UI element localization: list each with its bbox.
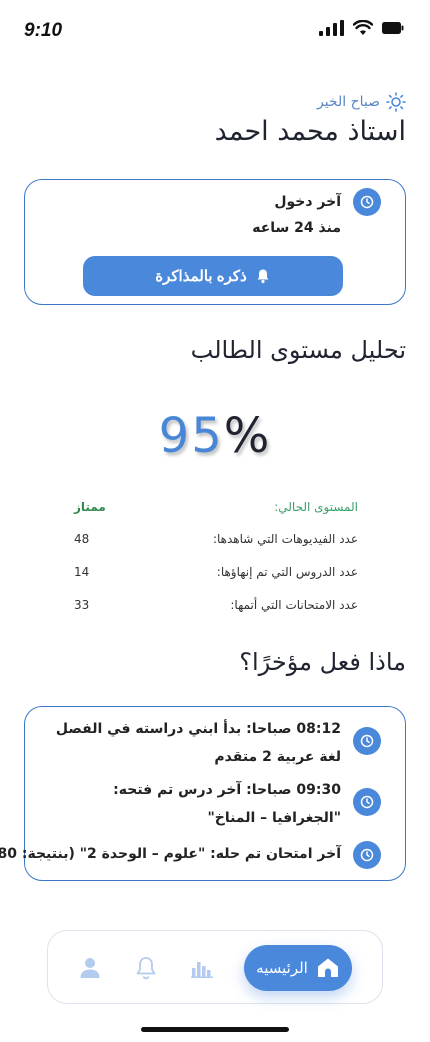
battery-icon [382, 22, 404, 34]
nav-stats-button[interactable] [189, 955, 215, 981]
activity-text: 08:12 صباحا: بدأ ابني دراسته في الفصل لغ… [55, 721, 341, 765]
nav-home-label: الرئيسيه [256, 959, 308, 977]
stat-row-exams: عدد الامتحانات التي أتمها: 33 [74, 598, 358, 618]
nav-profile-button[interactable] [77, 955, 103, 981]
level-percentage: 95% [0, 408, 430, 464]
last-login-label: آخر دخول [274, 194, 341, 210]
sun-icon [386, 92, 406, 112]
recent-activity-title: ماذا فعل مؤخرًا؟ [239, 648, 406, 676]
stat-label: المستوى الحالي: [274, 500, 358, 514]
nav-home-button[interactable]: الرئيسيه [244, 945, 352, 991]
activity-item: 09:30 صباحا: آخر درس تم فتحه: "الجغرافيا… [51, 776, 381, 832]
activity-text: آخر امتحان تم حله: "علوم – الوحدة 2" (بن… [0, 846, 341, 862]
nav-notifications-button[interactable] [133, 955, 159, 981]
wifi-icon [353, 20, 373, 35]
recent-activity-card: 08:12 صباحا: بدأ ابني دراسته في الفصل لغ… [0, 706, 406, 881]
stat-label: عدد الفيديوهات التي شاهدها: [212, 532, 358, 546]
bell-icon [136, 957, 156, 980]
clock-icon [353, 788, 381, 816]
remind-study-label: ذكره بالمذاكرة [155, 268, 247, 285]
stat-value: 48 [74, 532, 90, 546]
stat-label: عدد الامتحانات التي أتمها: [230, 598, 358, 612]
greeting-text: صباح الخير [316, 94, 380, 110]
bell-icon [257, 269, 269, 284]
stat-value: 33 [74, 598, 90, 612]
status-bar: 9:10 [0, 0, 430, 62]
last-login-card: آخر دخول منذ 24 ساعه ذكره بالمذاكرة [24, 179, 406, 305]
stat-value: 14 [74, 565, 90, 579]
greeting-row: صباح الخير [317, 92, 406, 112]
stat-row-videos: عدد الفيديوهات التي شاهدها: 48 [74, 532, 358, 552]
cellular-signal-icon [319, 20, 344, 36]
status-icons [319, 20, 404, 36]
stat-row-level: المستوى الحالي: ممتاز [74, 500, 358, 520]
status-time: 9:10 [24, 20, 63, 41]
user-icon [80, 958, 100, 978]
clock-icon [353, 188, 381, 216]
stat-row-lessons: عدد الدروس التي تم إنهاؤها: 14 [74, 565, 358, 585]
clock-icon [353, 727, 381, 755]
clock-icon [353, 841, 381, 869]
stat-value: ممتاز [74, 500, 106, 514]
activity-text: 09:30 صباحا: آخر درس تم فتحه: "الجغرافيا… [113, 782, 341, 826]
bottom-nav: الرئيسيه [47, 930, 383, 1004]
activity-item: آخر امتحان تم حله: "علوم – الوحدة 2" (بن… [0, 840, 381, 869]
home-icon [317, 958, 338, 977]
stat-label: عدد الدروس التي تم إنهاؤها: [216, 565, 358, 579]
last-login-value: منذ 24 ساعه [252, 220, 341, 236]
home-indicator [141, 1027, 289, 1032]
percentage-value: 95 [158, 408, 224, 464]
analysis-title: تحليل مستوى الطالب [190, 336, 406, 364]
teacher-name: استاذ محمد احمد [214, 116, 406, 147]
activity-item: 08:12 صباحا: بدأ ابني دراسته في الفصل لغ… [51, 715, 381, 771]
percentage-sign: % [223, 408, 272, 464]
remind-study-button[interactable]: ذكره بالمذاكرة [83, 256, 343, 296]
chart-icon [191, 962, 213, 978]
